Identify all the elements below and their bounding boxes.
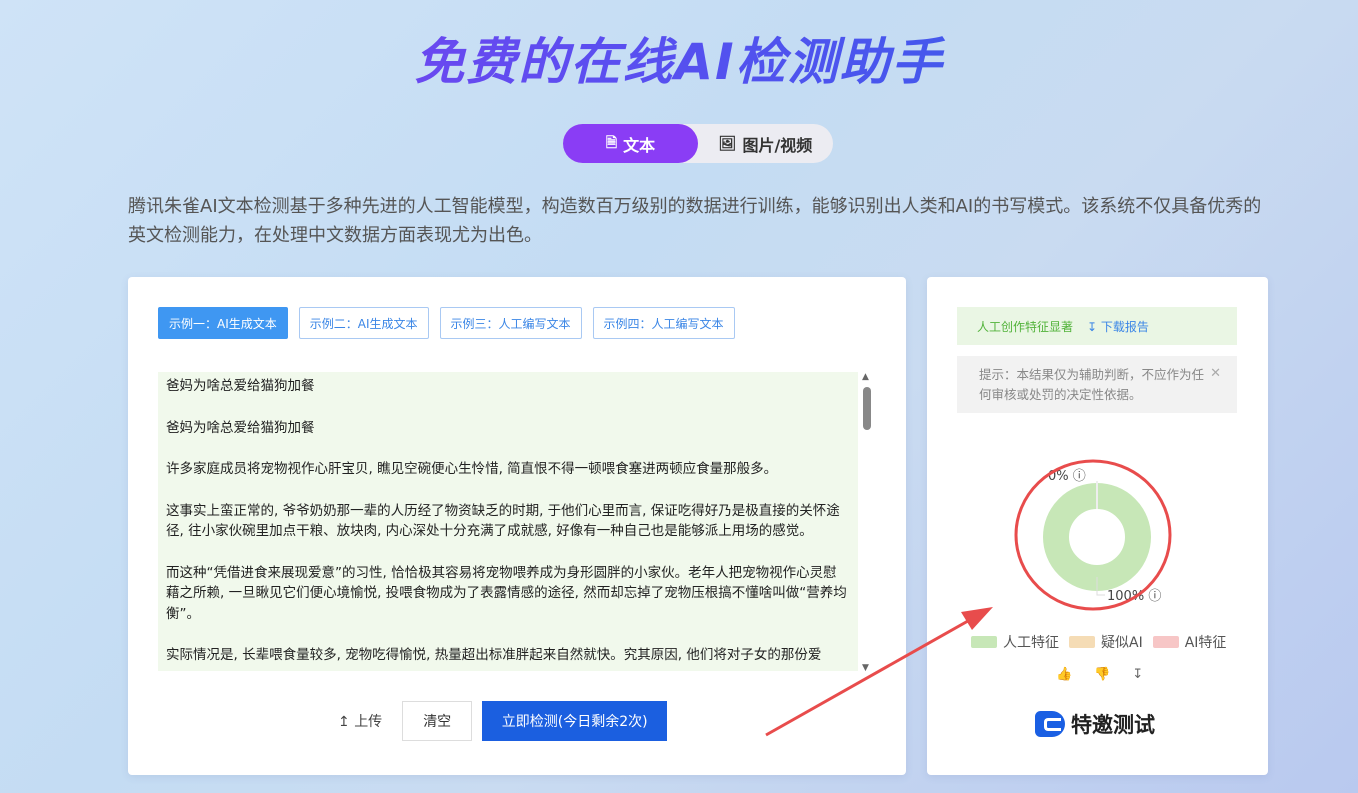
bottom-pct-text: 100% (1107, 589, 1145, 604)
top-pct-text: 0% (1048, 469, 1069, 484)
info-icon[interactable]: ⓘ (1148, 589, 1161, 604)
legend-item: 疑似AI (1069, 632, 1143, 652)
hand-point-icon (1035, 711, 1065, 737)
clear-button[interactable]: 清空 (402, 701, 473, 741)
tab-text[interactable]: 🗎 文本 (563, 124, 698, 163)
text-paragraph: 这事实上蛮正常的, 爷爷奶奶那一辈的人历经了物资缺乏的时期, 于他们心里而言, … (166, 502, 840, 540)
page-title: 免费的在线AI检测助手 (0, 22, 1358, 94)
text-paragraph: 实际情况是, 长辈喂食量较多, 宠物吃得愉悦, 热量超出标准胖起来自然就快。究其… (166, 647, 822, 663)
example-1-button[interactable]: 示例一：AI生成文本 (158, 307, 288, 339)
feedback-bar: 👍 👎 ↧ (1056, 667, 1165, 682)
example-4-button[interactable]: 示例四：人工编写文本 (592, 307, 735, 339)
tab-text-label: 文本 (623, 135, 656, 155)
legend-label: 人工特征 (1003, 635, 1059, 651)
scroll-down-icon[interactable]: ▼ (862, 663, 869, 673)
thumbs-down-icon[interactable]: 👎 (1094, 667, 1110, 682)
action-bar: ↥ 上传 清空 立即检测(今日剩余2次) (338, 701, 668, 741)
description: 腾讯朱雀AI文本检测基于多种先进的人工智能模型，构造数百万级别的数据进行训练，能… (128, 196, 1262, 246)
upload-icon: ↥ (338, 714, 350, 730)
result-donut-chart (1043, 481, 1151, 596)
legend-label: 疑似AI (1101, 635, 1143, 651)
chart-legend: 人工特征 疑似AI AI特征 (971, 632, 1236, 652)
tab-image-video-label: 图片/视频 (742, 135, 813, 155)
result-panel: 人工创作特征显著 ↧ 下载报告 提示：本结果仅为辅助判断，不应作为任何审核或处罚… (927, 277, 1268, 775)
text-paragraph: 爸妈为啥总爱给猫狗加餐 (166, 378, 315, 394)
top-pct-label: 0% ⓘ (1048, 465, 1086, 484)
image-icon: 🖼 (718, 135, 737, 152)
info-icon[interactable]: ⓘ (1073, 469, 1086, 484)
text-paragraph: 许多家庭成员将宠物视作心肝宝贝, 瞧见空碗便心生怜惜, 简直恨不得一顿喂食塞进两… (166, 461, 778, 477)
legend-item: 人工特征 (971, 632, 1059, 652)
invite-label: 特邀测试 (1071, 713, 1155, 737)
text-paragraph: 爸妈为啥总爱给猫狗加餐 (166, 419, 315, 436)
example-3-button[interactable]: 示例三：人工编写文本 (439, 307, 582, 339)
legend-swatch (1069, 636, 1095, 648)
detect-button[interactable]: 立即检测(今日剩余2次) (482, 701, 668, 741)
legend-swatch (971, 636, 997, 648)
upload-button[interactable]: ↥ 上传 (338, 711, 382, 731)
legend-swatch (1152, 636, 1179, 648)
legend-label: AI特征 (1184, 635, 1227, 651)
legend-item: AI特征 (1152, 632, 1227, 652)
text-input[interactable]: 爸妈为啥总爱给猫狗加餐 爸妈为啥总爱给猫狗加餐 许多家庭成员将宠物视作心肝宝贝,… (158, 372, 858, 671)
document-icon: 🗎 (605, 134, 618, 151)
text-scrollbar[interactable]: ▲ ▼ (860, 372, 874, 673)
thumbs-up-icon[interactable]: 👍 (1056, 667, 1072, 682)
scroll-up-icon[interactable]: ▲ (862, 372, 869, 382)
scroll-thumb[interactable] (863, 387, 871, 430)
mode-switch: 🗎 文本 🖼 图片/视频 (563, 124, 833, 163)
invite-test-badge: 特邀测试 (1035, 709, 1155, 739)
tab-image-video[interactable]: 🖼 图片/视频 (698, 124, 833, 163)
download-icon[interactable]: ↧ (1132, 667, 1143, 682)
upload-label: 上传 (354, 714, 383, 730)
example-buttons: 示例一：AI生成文本 示例二：AI生成文本 示例三：人工编写文本 示例四：人工编… (158, 307, 746, 339)
bottom-pct-label: 100% ⓘ (1107, 585, 1161, 604)
example-2-button[interactable]: 示例二：AI生成文本 (298, 307, 429, 339)
input-panel: 示例一：AI生成文本 示例二：AI生成文本 示例三：人工编写文本 示例四：人工编… (128, 277, 906, 775)
text-paragraph: 而这种“凭借进食来展现爱意”的习性, 恰恰极其容易将宠物喂养成为身形圆胖的小家伙… (166, 564, 847, 622)
